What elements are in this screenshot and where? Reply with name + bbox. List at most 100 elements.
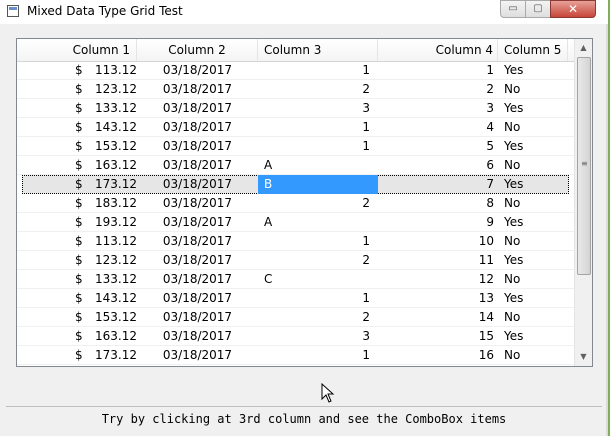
cell-column-5[interactable]: No	[498, 346, 568, 365]
cell-currency-symbol[interactable]: $	[75, 232, 87, 251]
cell-currency-symbol[interactable]: $	[75, 118, 87, 137]
cell-column-1[interactable]: 153.12	[87, 308, 137, 327]
cell-column-5[interactable]: Yes	[498, 175, 568, 194]
cell-column-1[interactable]: 133.12	[87, 270, 137, 289]
cell-column-1[interactable]: 133.12	[87, 99, 137, 118]
table-row[interactable]: $153.12 03/18/2017 1 5 Yes	[17, 137, 574, 156]
cell-column-4[interactable]: 13	[378, 289, 498, 308]
table-row[interactable]: $163.12 03/18/2017 3 15 Yes	[17, 327, 574, 346]
cell-column-5[interactable]: No	[498, 156, 568, 175]
cell-currency-symbol[interactable]: $	[75, 308, 87, 327]
cell-currency-symbol[interactable]: $	[75, 137, 87, 156]
table-row[interactable]: $153.12 03/18/2017 2 14 No	[17, 308, 574, 327]
cell-column-2[interactable]: 03/18/2017	[137, 80, 258, 99]
title-bar[interactable]: Mixed Data Type Grid Test ▭ ▢ ✕	[0, 0, 608, 24]
cell-column-3[interactable]: 3	[258, 99, 378, 118]
cell-column-1[interactable]: 123.12	[87, 80, 137, 99]
cell-column-4[interactable]: 1	[378, 61, 498, 80]
cell-column-4[interactable]: 10	[378, 232, 498, 251]
table-row[interactable]: $143.12 03/18/2017 1 4 No	[17, 118, 574, 137]
table-row[interactable]: $123.12 03/18/2017 2 11 Yes	[17, 251, 574, 270]
table-row[interactable]: $123.12 03/18/2017 2 2 No	[17, 80, 574, 99]
cell-column-1[interactable]: 163.12	[87, 327, 137, 346]
cell-currency-symbol[interactable]: $	[75, 327, 87, 346]
cell-column-4[interactable]: 5	[378, 137, 498, 156]
cell-currency-symbol[interactable]: $	[75, 270, 87, 289]
cell-column-1[interactable]: 113.12	[87, 232, 137, 251]
cell-column-3[interactable]: 1	[258, 289, 378, 308]
cell-column-4[interactable]: 3	[378, 99, 498, 118]
cell-column-1[interactable]: 113.12	[87, 61, 137, 80]
cell-currency-symbol[interactable]: $	[75, 156, 87, 175]
cell-currency-symbol[interactable]: $	[75, 213, 87, 232]
cell-currency-symbol[interactable]: $	[75, 61, 87, 80]
cell-column-2[interactable]: 03/18/2017	[137, 99, 258, 118]
scrollbar-thumb[interactable]: ≡	[577, 57, 591, 275]
cell-column-2[interactable]: 03/18/2017	[137, 61, 258, 80]
cell-column-1[interactable]: 153.12	[87, 137, 137, 156]
cell-column-4[interactable]: 11	[378, 251, 498, 270]
cell-column-1[interactable]: 173.12	[87, 346, 137, 365]
cell-column-5[interactable]: Yes	[498, 99, 568, 118]
cell-column-1[interactable]: 183.12	[87, 194, 137, 213]
cell-column-2[interactable]: 03/18/2017	[137, 213, 258, 232]
table-row[interactable]: $133.12 03/18/2017 C 12 No	[17, 270, 574, 289]
cell-column-2[interactable]: 03/18/2017	[137, 175, 258, 194]
cell-column-4[interactable]: 2	[378, 80, 498, 99]
column-header-3[interactable]: Column 3	[258, 39, 378, 61]
cell-column-5[interactable]: No	[498, 80, 568, 99]
cell-column-2[interactable]: 03/18/2017	[137, 137, 258, 156]
cell-column-4[interactable]: 16	[378, 346, 498, 365]
cell-column-3[interactable]: 2	[258, 308, 378, 327]
cell-column-2[interactable]: 03/18/2017	[137, 118, 258, 137]
cell-column-3[interactable]: 2	[258, 194, 378, 213]
cell-column-2[interactable]: 03/18/2017	[137, 289, 258, 308]
cell-column-4[interactable]: 12	[378, 270, 498, 289]
cell-column-3[interactable]: A	[258, 213, 378, 232]
cell-column-1[interactable]: 143.12	[87, 289, 137, 308]
cell-column-2[interactable]: 03/18/2017	[137, 232, 258, 251]
cell-column-1[interactable]: 173.12	[87, 175, 137, 194]
cell-column-5[interactable]: Yes	[498, 61, 568, 80]
cell-column-3[interactable]: 2	[258, 80, 378, 99]
scroll-down-arrow-icon[interactable]: ▼	[575, 348, 592, 365]
cell-column-2[interactable]: 03/18/2017	[137, 251, 258, 270]
table-row[interactable]: $133.12 03/18/2017 3 3 Yes	[17, 99, 574, 118]
maximize-button[interactable]: ▢	[525, 0, 551, 18]
table-row[interactable]: $173.12 03/18/2017 1 16 No	[17, 346, 574, 365]
vertical-scrollbar[interactable]: ▲ ≡ ▼	[574, 39, 592, 366]
cell-column-3[interactable]: 1	[258, 118, 378, 137]
cell-column-4[interactable]: 15	[378, 327, 498, 346]
cell-column-5[interactable]: No	[498, 194, 568, 213]
table-row[interactable]: $163.12 03/18/2017 A 6 No	[17, 156, 574, 175]
cell-column-4[interactable]: 4	[378, 118, 498, 137]
cell-currency-symbol[interactable]: $	[75, 194, 87, 213]
cell-column-3[interactable]: C	[258, 270, 378, 289]
column-header-4[interactable]: Column 4	[378, 39, 498, 61]
cell-column-4[interactable]: 8	[378, 194, 498, 213]
cell-column-4[interactable]: 14	[378, 308, 498, 327]
cell-column-3[interactable]: B	[258, 175, 378, 194]
table-row[interactable]: $113.12 03/18/2017 1 1 Yes	[17, 61, 574, 80]
cell-currency-symbol[interactable]: $	[75, 175, 87, 194]
cell-column-2[interactable]: 03/18/2017	[137, 270, 258, 289]
cell-column-3[interactable]: 2	[258, 251, 378, 270]
cell-column-3[interactable]: 1	[258, 346, 378, 365]
minimize-button[interactable]: ▭	[500, 0, 526, 18]
cell-column-5[interactable]: No	[498, 232, 568, 251]
cell-column-5[interactable]: Yes	[498, 327, 568, 346]
cell-column-5[interactable]: No	[498, 118, 568, 137]
cell-column-4[interactable]: 7	[378, 175, 498, 194]
cell-currency-symbol[interactable]: $	[75, 251, 87, 270]
cell-column-2[interactable]: 03/18/2017	[137, 346, 258, 365]
cell-column-3[interactable]: 3	[258, 327, 378, 346]
column-header-2[interactable]: Column 2	[137, 39, 258, 61]
column-header-1[interactable]: Column 1	[17, 39, 137, 61]
cell-column-2[interactable]: 03/18/2017	[137, 327, 258, 346]
cell-column-3[interactable]: A	[258, 156, 378, 175]
cell-currency-symbol[interactable]: $	[75, 289, 87, 308]
cell-column-5[interactable]: Yes	[498, 213, 568, 232]
cell-currency-symbol[interactable]: $	[75, 346, 87, 365]
table-row[interactable]: $173.12 03/18/2017 B 7 Yes	[22, 175, 569, 194]
cell-column-3[interactable]: 1	[258, 61, 378, 80]
